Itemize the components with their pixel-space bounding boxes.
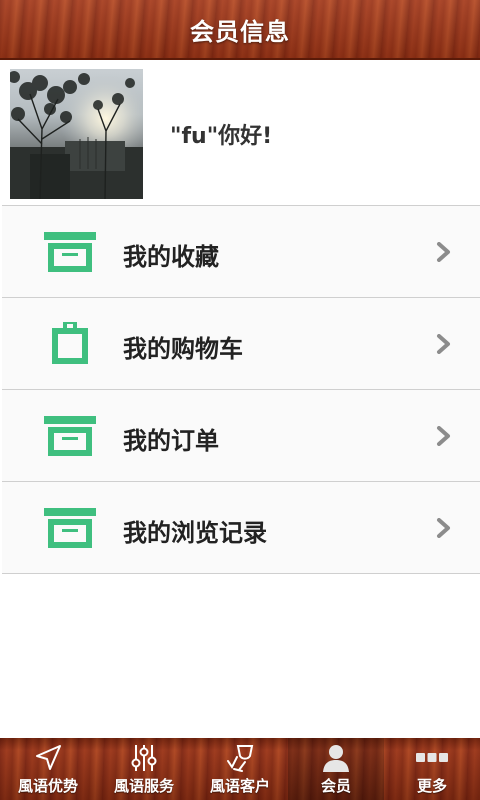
tab-label: 風语优势 (17, 777, 78, 795)
menu-item-label: 我的订单 (123, 427, 219, 455)
menu-item-label: 我的收藏 (123, 243, 219, 271)
more-dots-icon (416, 753, 448, 762)
wine-glass-icon (227, 745, 254, 772)
menu-item-favorites[interactable]: 我的收藏 (2, 206, 480, 298)
chevron-right-icon (437, 518, 450, 538)
tab-fengyu-service[interactable]: 風语服务 (96, 738, 192, 800)
navigation-arrow-icon (36, 745, 61, 770)
member-info-screen: 会员信息 "fu"你好! 我的收藏 我的购物车 我的订单 我的浏览记录 風语优势… (0, 0, 480, 800)
menu-item-cart[interactable]: 我的购物车 (2, 298, 480, 390)
menu-item-history[interactable]: 我的浏览记录 (2, 482, 480, 574)
profile-section: "fu"你好! (2, 60, 480, 206)
chevron-right-icon (437, 426, 450, 446)
tab-member[interactable]: 会员 (288, 738, 384, 800)
menu-item-label: 我的购物车 (123, 335, 243, 363)
page-title: 会员信息 (190, 17, 290, 46)
chevron-right-icon (437, 242, 450, 262)
bottom-tab-bar: 風语优势 風语服务 風语客户 会员 更多 (0, 738, 480, 800)
tab-more[interactable]: 更多 (384, 738, 480, 800)
menu-item-label: 我的浏览记录 (123, 519, 267, 547)
archive-box-icon (44, 416, 96, 456)
header-bar: 会员信息 (0, 0, 480, 60)
clipboard-icon (52, 322, 88, 364)
greeting-text: "fu"你好! (170, 124, 273, 149)
tab-label: 風语客户 (209, 777, 270, 795)
tab-label: 会员 (320, 777, 351, 795)
chevron-right-icon (437, 334, 450, 354)
tab-fengyu-clients[interactable]: 風语客户 (192, 738, 288, 800)
user-icon (323, 745, 349, 772)
sliders-icon (131, 745, 157, 771)
tab-fengyu-advantage[interactable]: 風语优势 (0, 738, 96, 800)
menu-item-orders[interactable]: 我的订单 (2, 390, 480, 482)
avatar[interactable] (10, 69, 143, 199)
archive-box-icon (44, 232, 96, 272)
tab-label: 風语服务 (113, 777, 174, 795)
member-menu: 我的收藏 我的购物车 我的订单 我的浏览记录 (2, 206, 480, 574)
archive-box-icon (44, 508, 96, 548)
tab-label: 更多 (416, 777, 447, 795)
